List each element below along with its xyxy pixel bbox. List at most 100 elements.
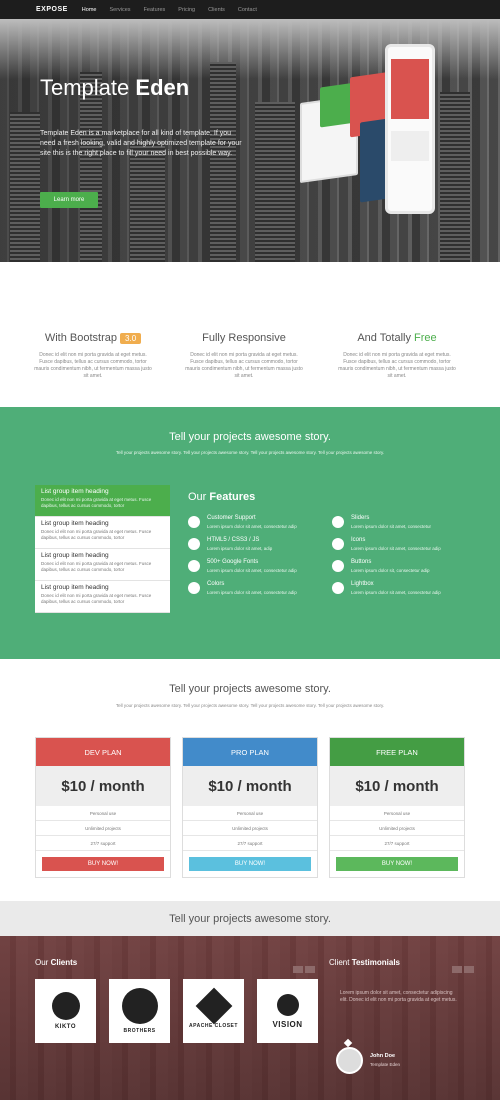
owl-icon [276,993,299,1016]
buy-now-button[interactable]: BUY NOW! [189,857,311,871]
green-band-title: Tell your projects awesome story. [169,431,331,443]
feature-title: Fully Responsive [202,332,286,344]
testimonial-author: John Doe [370,1053,396,1059]
badge-icon [121,988,158,1024]
client-logo-text: VISION [272,1019,303,1029]
circle-icon [188,582,200,594]
brand-logo[interactable]: EXPOSE [36,6,68,13]
list-group-heading: List group item heading [41,488,109,495]
plan-feature: Personal use [330,806,464,821]
nav-link-services[interactable]: Services [109,7,130,13]
feature-item: Colors Lorem ipsum dolor sit amet, conse… [188,581,338,601]
pricing-plan-pro: PRO PLAN $10 / month Personal use Unlimi… [182,737,318,878]
feature-item: Lightbox Lorem ipsum dolor sit amet, con… [332,581,482,601]
feature-item: Icons Lorem ipsum dolor sit amet, consec… [332,537,482,557]
prev-arrow-icon[interactable] [452,966,462,973]
list-group: List group item heading Donec id elit no… [35,485,170,613]
list-group-heading: List group item heading [41,520,109,527]
bird-icon [51,992,80,1020]
client-logo[interactable]: KIKTO [35,979,96,1043]
nav-link-home[interactable]: Home [82,7,97,13]
feature-item-title: Customer Support [207,515,256,521]
list-group-text: Donec id elit non mi porta gravida at eg… [41,561,152,572]
circle-icon [332,538,344,550]
feature-item: Customer Support Lorem ipsum dolor sit a… [188,515,338,535]
plan-feature: Personal use [36,806,170,821]
client-logo[interactable]: APACHE CLOSET [183,979,244,1043]
hero-title-bold: Eden [135,75,190,100]
list-group-item[interactable]: List group item heading Donec id elit no… [35,581,170,613]
hero-building [210,62,236,262]
next-arrow-icon[interactable] [464,966,474,973]
closet-icon [195,987,232,1025]
feature-title-text: With Bootstrap [44,332,117,344]
plan-price: $10 / month [183,766,317,806]
plan-feature: Unlimited projects [330,821,464,836]
features-word: Features [209,491,256,503]
list-group-item[interactable]: List group item heading Donec id elit no… [35,485,170,517]
feature-responsive: Fully Responsive Donec id elit non mi po… [183,332,305,380]
plan-feature: 27/7 support [36,836,170,851]
hero-title: Template Eden [40,75,189,101]
hero-building [255,102,295,262]
next-arrow-icon[interactable] [305,966,315,973]
feature-item-text: Lorem ipsum dolor sit amet, adip [207,546,273,551]
avatar [336,1047,363,1074]
feature-item-title: Colors [207,581,225,587]
pricing-title: Tell your projects awesome story. [169,683,331,695]
version-badge: 3.0 [120,333,142,344]
nav-link-features[interactable]: Features [144,7,166,13]
pricing-plan-dev: DEV PLAN $10 / month Personal use Unlimi… [35,737,171,878]
client-logo[interactable]: BROTHERS [109,979,170,1043]
plan-header: DEV PLAN [36,738,170,766]
client-logo-text: BROTHERS [123,1028,156,1034]
learn-more-button[interactable]: Learn more [40,192,98,208]
feature-item-title: Sliders [351,515,370,521]
feature-title: And Totally Free [336,332,458,344]
clients-word: Clients [50,958,78,967]
plan-feature: Unlimited projects [36,821,170,836]
feature-item-title: HTML5 / CSS3 / JS [207,537,260,543]
nav-link-contact[interactable]: Contact [238,7,257,13]
prev-arrow-icon[interactable] [293,966,303,973]
list-group-heading: List group item heading [41,552,109,559]
plan-price: $10 / month [330,766,464,806]
feature-item-title: 500+ Google Fonts [207,559,259,565]
circle-icon [332,582,344,594]
feature-item: Sliders Lorem ipsum dolor sit amet, cons… [332,515,482,535]
plan-header: FREE PLAN [330,738,464,766]
buy-now-button[interactable]: BUY NOW! [42,857,164,871]
client-logo[interactable]: VISION [257,979,318,1043]
our-word: Our [35,958,49,967]
plan-feature: Personal use [183,806,317,821]
nav-link-clients[interactable]: Clients [208,7,225,13]
gray-band: Tell your projects awesome story. [0,901,500,936]
pricing-subtitle: Tell your projects awesome story. Tell y… [115,703,385,708]
plan-header: PRO PLAN [183,738,317,766]
testimonial-role: Template Eden [370,1062,401,1067]
feature-item-title: Lightbox [351,581,374,587]
feature-item: HTML5 / CSS3 / JS Lorem ipsum dolor sit … [188,537,338,557]
circle-icon [332,560,344,572]
list-group-heading: List group item heading [41,584,109,591]
list-group-item[interactable]: List group item heading Donec id elit no… [35,549,170,581]
feature-item: Buttons Lorem ipsum dolor sit, consectet… [332,559,482,579]
feature-text: Donec id elit non mi porta gravida at eg… [34,352,152,379]
hero-section: Template Eden Template Eden is a marketp… [0,19,500,262]
nav-link-pricing[interactable]: Pricing [178,7,195,13]
buy-now-button[interactable]: BUY NOW! [336,857,458,871]
circle-icon [188,516,200,528]
plan-feature: 27/7 support [330,836,464,851]
feature-item-text: Lorem ipsum dolor sit amet, consectetur … [207,524,297,529]
hero-building [440,92,470,262]
list-group-item[interactable]: List group item heading Donec id elit no… [35,517,170,549]
hero-building [130,142,165,262]
feature-item-title: Icons [351,537,366,543]
our-word: Our [188,491,207,503]
feature-item-text: Lorem ipsum dolor sit amet, consectetur … [351,546,441,551]
list-group-text: Donec id elit non mi porta gravida at eg… [41,529,152,540]
circle-icon [188,560,200,572]
circle-icon [332,516,344,528]
feature-item-text: Lorem ipsum dolor sit amet, consectetur [351,524,432,529]
feature-title-text: And Totally [357,332,411,344]
